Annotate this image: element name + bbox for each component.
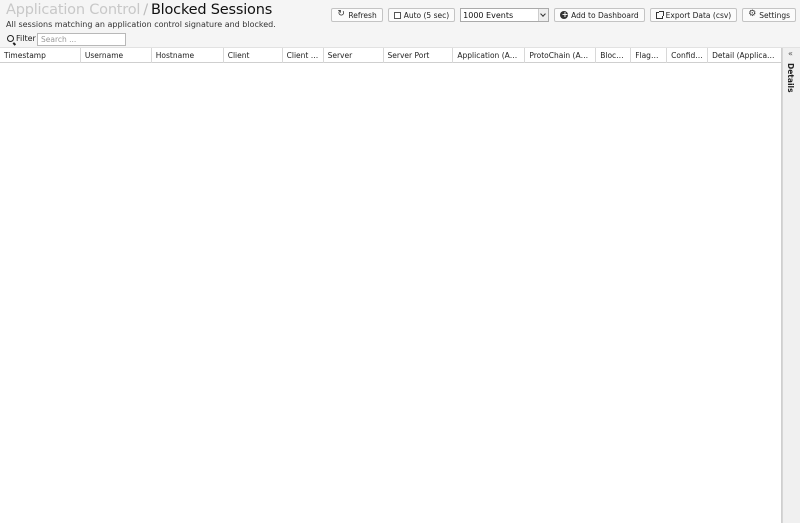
title-block: Application Control / Blocked Sessions All… bbox=[6, 2, 276, 30]
breadcrumb[interactable]: Application Control bbox=[6, 2, 140, 18]
column-header-detail[interactable]: Detail (Applicatio... bbox=[708, 48, 781, 63]
toolbar: Refresh Auto (5 sec) 1000 Events Add to … bbox=[331, 8, 796, 22]
add-to-dashboard-label: Add to Dashboard bbox=[571, 10, 639, 20]
report-description: All sessions matching an application con… bbox=[6, 20, 276, 29]
refresh-button[interactable]: Refresh bbox=[331, 8, 383, 22]
details-panel[interactable]: Details bbox=[782, 48, 800, 523]
column-header-client[interactable]: Client bbox=[224, 48, 283, 63]
column-header-client-port[interactable]: Client P... bbox=[283, 48, 324, 63]
filter-label-text: Filter bbox=[16, 34, 36, 43]
settings-label: Settings bbox=[759, 10, 790, 20]
column-header-blocked[interactable]: Block... bbox=[596, 48, 632, 63]
column-header-protochain[interactable]: ProtoChain (Appl... bbox=[525, 48, 597, 63]
external-link-icon bbox=[655, 10, 664, 19]
refresh-label: Refresh bbox=[348, 10, 377, 20]
plus-circle-icon bbox=[560, 10, 568, 20]
settings-button[interactable]: Settings bbox=[742, 8, 796, 22]
filter-label: Filter bbox=[7, 34, 36, 43]
gear-icon bbox=[748, 9, 756, 19]
sessions-grid: Timestamp Username Hostname Client Clien… bbox=[0, 48, 782, 523]
column-header-server-port[interactable]: Server Port bbox=[384, 48, 454, 63]
column-header-application[interactable]: Application (Appli... bbox=[453, 48, 526, 63]
filter-bar: Filter bbox=[0, 31, 800, 48]
grid-header: Timestamp Username Hostname Client Clien… bbox=[0, 48, 781, 63]
refresh-icon bbox=[337, 9, 345, 19]
export-data-button[interactable]: Export Data (csv) bbox=[649, 8, 738, 22]
page-title: Application Control / Blocked Sessions bbox=[6, 2, 276, 19]
checkbox-icon[interactable] bbox=[393, 11, 401, 19]
search-input[interactable] bbox=[37, 33, 126, 46]
chevron-left-icon[interactable] bbox=[787, 49, 796, 60]
details-panel-label[interactable]: Details bbox=[786, 63, 795, 93]
add-to-dashboard-button[interactable]: Add to Dashboard bbox=[554, 8, 645, 22]
column-header-flagged[interactable]: Flagg... bbox=[631, 48, 668, 63]
auto-refresh-toggle[interactable]: Auto (5 sec) bbox=[387, 8, 456, 22]
chevron-down-icon[interactable] bbox=[538, 9, 549, 21]
events-limit-select[interactable]: 1000 Events bbox=[460, 8, 550, 22]
events-limit-value: 1000 Events bbox=[463, 10, 514, 20]
column-header-username[interactable]: Username bbox=[81, 48, 152, 63]
breadcrumb-separator: / bbox=[143, 2, 148, 18]
auto-refresh-label: Auto (5 sec) bbox=[403, 10, 450, 20]
column-header-server[interactable]: Server bbox=[324, 48, 384, 63]
search-icon bbox=[7, 35, 14, 42]
column-header-confidence[interactable]: Confide... bbox=[667, 48, 709, 63]
report-header: Application Control / Blocked Sessions All… bbox=[0, 0, 800, 31]
export-data-label: Export Data (csv) bbox=[665, 10, 732, 20]
column-header-hostname[interactable]: Hostname bbox=[152, 48, 224, 63]
column-header-timestamp[interactable]: Timestamp bbox=[0, 48, 81, 63]
grid-body[interactable] bbox=[0, 63, 781, 523]
report-title: Blocked Sessions bbox=[150, 2, 273, 18]
blocked-sessions-report: Application Control / Blocked Sessions All… bbox=[0, 0, 800, 523]
